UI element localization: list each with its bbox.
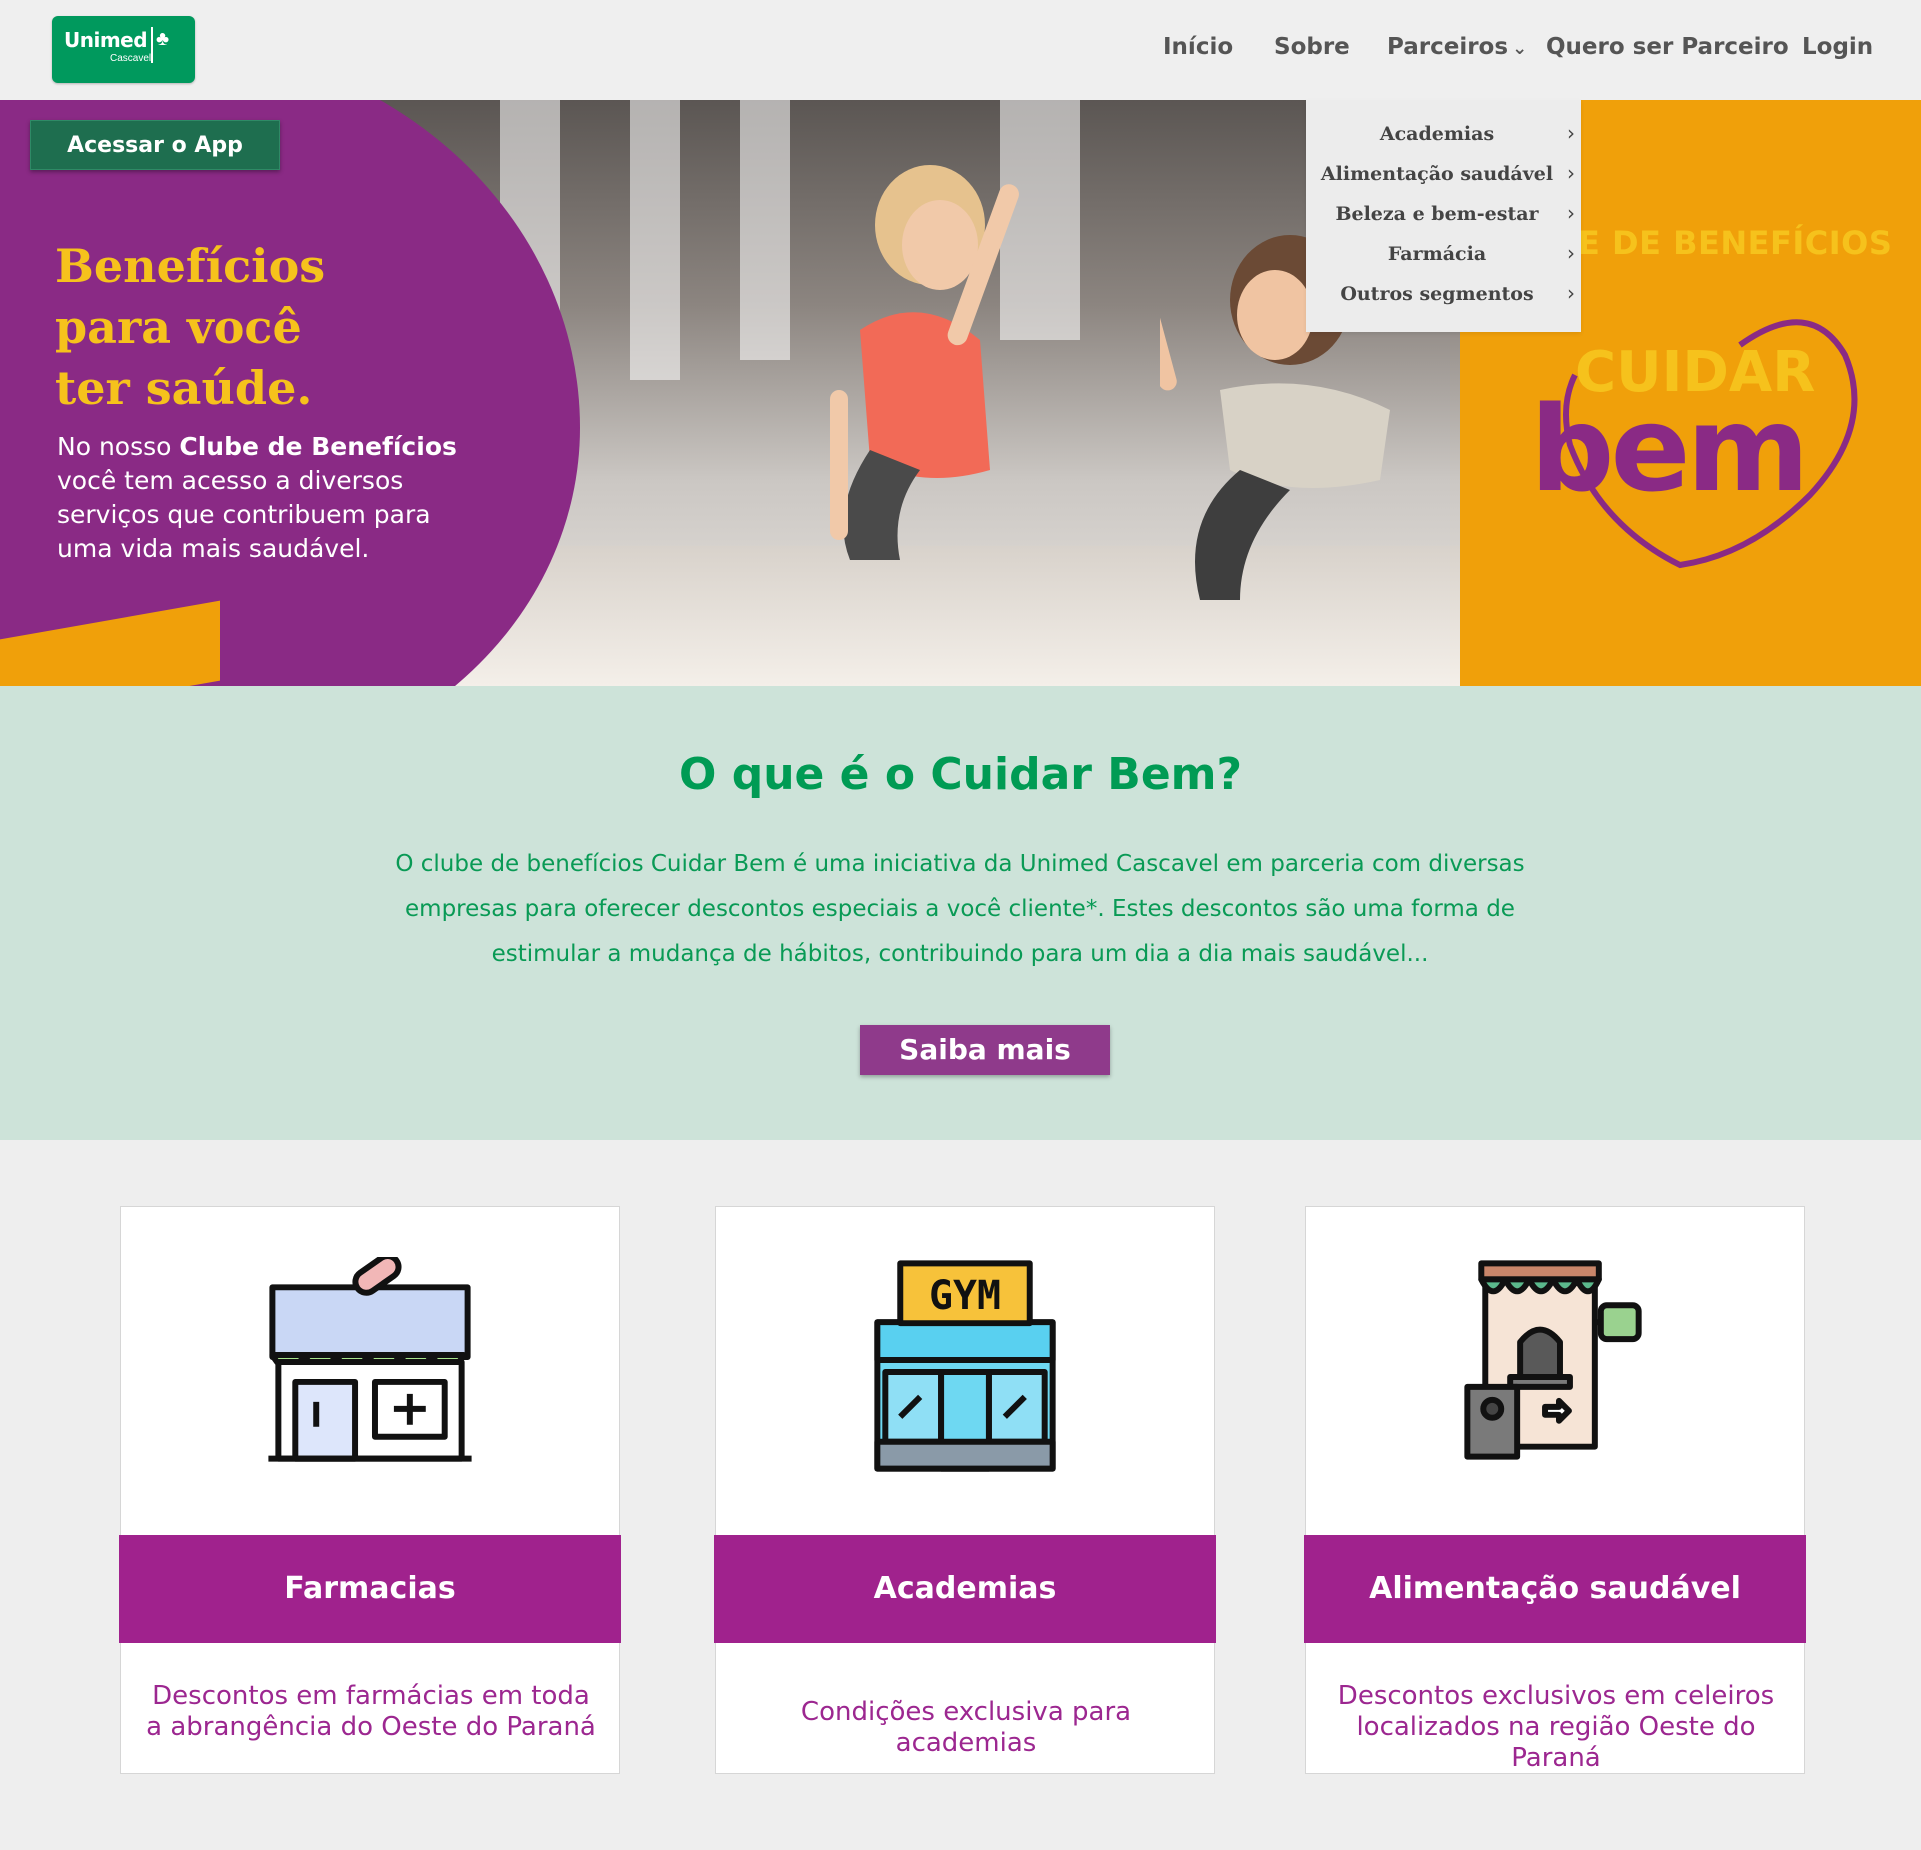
card-title: Academias [714,1535,1216,1643]
site-header: Unimed ♣ Cascavel Início Sobre Parceiros… [0,0,1921,100]
gym-icon: GYM [874,1260,1056,1472]
dropdown-item-label: Beleza e bem-estar [1335,203,1539,225]
hero-banner: Acessar o App Benefícios para você ter s… [0,100,1921,686]
hero-text-before: No nosso [57,432,180,461]
logo-brand: Unimed [64,28,148,52]
parceiros-dropdown: Academias › Alimentação saudável › Belez… [1306,100,1581,332]
nav-quero-ser-parceiro[interactable]: Quero ser Parceiro [1546,34,1789,60]
hero-title-line-3: ter saúde. [55,361,313,415]
card-farmacias[interactable]: Farmacias Descontos em farmácias em toda… [119,1206,621,1774]
dropdown-item-outros[interactable]: Outros segmentos › [1306,273,1581,313]
hero-title-line-1: Benefícios [55,239,326,293]
nav-parceiros[interactable]: Parceiros ⌄ [1387,34,1527,60]
about-section: O que é o Cuidar Bem? O clube de benefíc… [0,686,1921,1140]
gym-sign-text: GYM [929,1273,1001,1319]
card-description: Descontos em farmácias em toda a abrangê… [146,1681,596,1742]
card-description: Descontos exclusivos em celeiros localiz… [1337,1681,1775,1773]
woman-exercising-left [830,165,1019,560]
chevron-down-icon: ⌄ [1512,38,1528,59]
hero-description: No nosso Clube de Benefícios você tem ac… [57,430,457,566]
dropdown-item-farmacia[interactable]: Farmácia › [1306,233,1581,273]
hero-title-line-2: para você [55,300,302,354]
hero-text-bold: Clube de Benefícios [179,432,457,461]
dropdown-item-academias[interactable]: Academias › [1306,113,1581,153]
club-label: E DE BENEFÍCIOS [1578,224,1893,262]
hero-text-after: você tem acesso a diversos serviços que … [57,466,431,563]
unimed-logo[interactable]: Unimed ♣ Cascavel [52,16,195,83]
dropdown-item-label: Farmácia [1387,243,1487,265]
pharmacy-icon [268,1257,472,1462]
hero-title: Benefícios para você ter saúde. [55,236,415,419]
chevron-right-icon: › [1567,281,1575,305]
chevron-right-icon: › [1567,201,1575,225]
chevron-right-icon: › [1567,121,1575,145]
about-text: O clube de benefícios Cuidar Bem é uma i… [395,851,1525,967]
cuidar-bem-logo-bottom: bem [1530,380,1809,518]
about-title: O que é o Cuidar Bem? [678,749,1243,800]
card-title: Alimentação saudável [1304,1535,1806,1643]
nav-inicio[interactable]: Início [1163,34,1233,60]
chevron-right-icon: › [1567,241,1575,265]
logo-divider [151,27,153,63]
dropdown-item-label: Academias [1379,123,1495,145]
nav-parceiros-label: Parceiros [1387,34,1509,60]
unimed-tree-icon: ♣ [156,28,170,50]
saiba-mais-button[interactable]: Saiba mais [860,1025,1110,1075]
access-app-button[interactable]: Acessar o App [30,120,280,170]
dropdown-item-label: Outros segmentos [1340,283,1534,305]
dropdown-item-label: Alimentação saudável [1320,163,1554,185]
card-description: Condições exclusiva para academias [800,1697,1132,1758]
logo-city: Cascavel [110,53,152,64]
nav-sobre[interactable]: Sobre [1274,34,1350,60]
card-academias[interactable]: GYM Academias Condições exclusiva para a… [714,1206,1216,1774]
store-icon [1464,1260,1642,1460]
dropdown-item-beleza[interactable]: Beleza e bem-estar › [1306,193,1581,233]
card-alimentacao[interactable]: Alimentação saudável Descontos exclusivo… [1304,1206,1806,1774]
card-title: Farmacias [119,1535,621,1643]
dropdown-item-alimentacao[interactable]: Alimentação saudável › [1306,153,1581,193]
chevron-right-icon: › [1567,161,1575,185]
nav-login[interactable]: Login [1802,34,1873,60]
